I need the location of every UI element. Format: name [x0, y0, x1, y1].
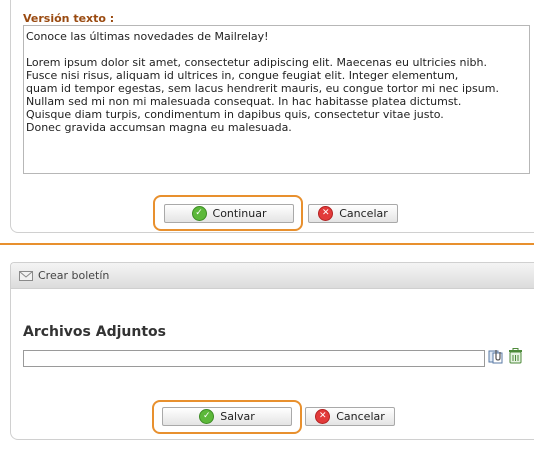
cancel-icon: ✕ — [318, 206, 334, 221]
cancel-button-label: Cancelar — [339, 207, 388, 220]
attachments-heading: Archivos Adjuntos — [23, 324, 166, 340]
panel-header: Crear boletín — [11, 263, 534, 289]
text-version-label: Versión texto : — [23, 12, 115, 25]
panel-title: Crear boletín — [38, 269, 110, 282]
continue-button[interactable]: ✓ Continuar — [164, 204, 294, 223]
envelope-icon — [19, 271, 33, 281]
cancel-button-bottom[interactable]: ✕ Cancelar — [305, 407, 395, 426]
save-button-label: Salvar — [220, 410, 255, 423]
check-icon: ✓ — [199, 409, 215, 424]
text-version-textarea[interactable]: Conoce las últimas novedades de Mailrela… — [23, 25, 530, 174]
attach-icon[interactable] — [488, 348, 503, 364]
attachment-input[interactable] — [23, 350, 485, 367]
trash-icon[interactable] — [508, 348, 523, 364]
continue-button-label: Continuar — [212, 207, 267, 220]
check-icon: ✓ — [191, 206, 207, 221]
cancel-button-top[interactable]: ✕ Cancelar — [308, 204, 398, 223]
cancel-button-label: Cancelar — [336, 410, 385, 423]
section-divider — [0, 243, 534, 245]
cancel-icon: ✕ — [315, 409, 331, 424]
save-button[interactable]: ✓ Salvar — [162, 407, 292, 426]
